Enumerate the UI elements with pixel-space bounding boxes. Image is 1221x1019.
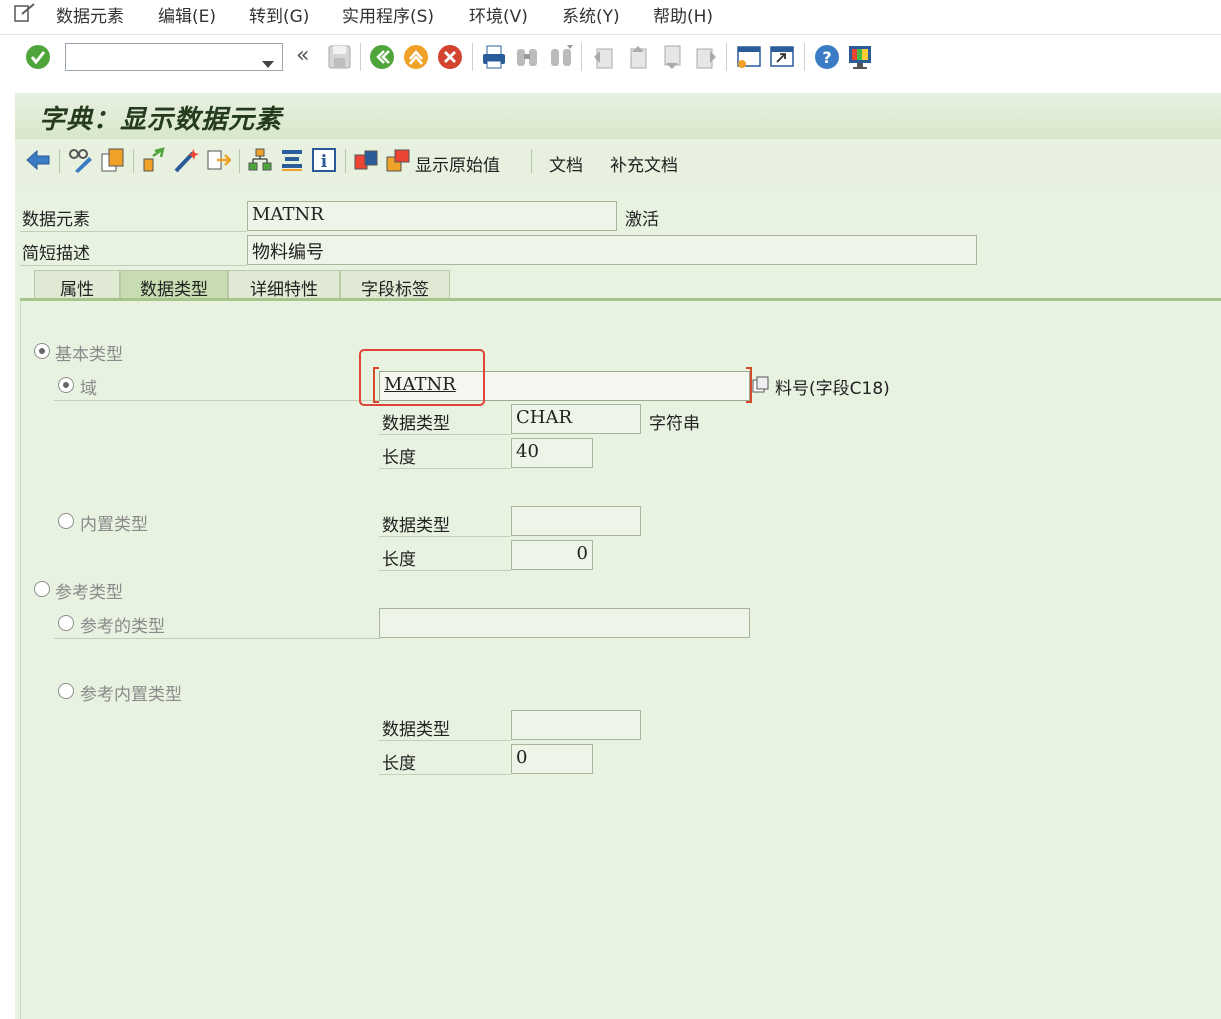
info-icon[interactable]: i: [311, 147, 337, 173]
where-used-icon[interactable]: [279, 147, 305, 173]
referenced-type-name-label: 参考的类型: [80, 617, 165, 637]
builtin-type-label: 内置类型: [80, 515, 148, 535]
collapse-icon[interactable]: «: [296, 43, 309, 68]
tab-attributes-label: 属性: [60, 280, 94, 300]
builtin-length-field[interactable]: 0: [511, 540, 593, 570]
first-page-icon[interactable]: [590, 43, 618, 71]
short-description-field[interactable]: 物料编号: [247, 235, 977, 265]
length-label: 长度: [382, 448, 416, 468]
builtin-length-label: 长度: [382, 550, 416, 570]
show-original-icon[interactable]: [385, 147, 411, 173]
svg-text:i: i: [321, 152, 328, 172]
menu-bar: 数据元素 编辑(E) 转到(G) 实用程序(S) 环境(V) 系统(Y) 帮助(…: [0, 0, 1221, 35]
short-description-label: 简短描述: [22, 244, 90, 264]
tab-data-type-label: 数据类型: [140, 280, 208, 300]
radio-builtin-type[interactable]: [58, 513, 74, 529]
next-page-icon[interactable]: [658, 43, 686, 71]
find-next-icon[interactable]: [547, 43, 575, 71]
data-type-description: 字符串: [649, 414, 700, 434]
menu-utilities[interactable]: 实用程序(S): [342, 2, 434, 27]
shortcut-icon[interactable]: [768, 43, 796, 71]
builtin-data-type-field[interactable]: [511, 506, 641, 536]
radio-domain[interactable]: [58, 377, 74, 393]
show-original-button[interactable]: 显示原始值: [415, 151, 500, 176]
find-icon[interactable]: [513, 43, 541, 71]
menu-data-element[interactable]: 数据元素: [56, 2, 124, 27]
reference-type-label: 参考类型: [55, 583, 123, 603]
radio-elementary-type[interactable]: [34, 343, 50, 359]
previous-page-icon[interactable]: [624, 43, 652, 71]
back-arrow-icon[interactable]: [25, 147, 51, 173]
tab-attributes[interactable]: 属性: [34, 270, 120, 300]
last-page-icon[interactable]: [692, 43, 720, 71]
documentation-button[interactable]: 文档: [549, 151, 583, 176]
print-icon[interactable]: [480, 43, 508, 71]
new-session-icon[interactable]: [735, 43, 763, 71]
reference-builtin-type-label: 参考内置类型: [80, 685, 182, 705]
ref-data-type-field[interactable]: [511, 710, 641, 740]
svg-text:?: ?: [822, 48, 831, 67]
data-element-field[interactable]: MATNR: [247, 201, 617, 231]
display-change-icon[interactable]: [67, 147, 93, 173]
elementary-type-label: 基本类型: [55, 345, 123, 365]
navigate-icon[interactable]: [752, 376, 770, 394]
supplementary-documentation-button[interactable]: 补充文档: [610, 151, 678, 176]
check-icon[interactable]: [141, 147, 167, 173]
length-field[interactable]: 40: [511, 438, 593, 468]
radio-reference-builtin-type[interactable]: [58, 683, 74, 699]
cancel-icon[interactable]: [436, 43, 464, 71]
referenced-type-field[interactable]: [379, 608, 750, 638]
title-bar: 字典：显示数据元素: [15, 93, 1221, 140]
builtin-data-type-label: 数据类型: [382, 516, 450, 536]
ref-data-type-label: 数据类型: [382, 720, 450, 740]
activate-icon[interactable]: [173, 147, 199, 173]
menu-system[interactable]: 系统(Y): [562, 2, 620, 27]
data-type-label: 数据类型: [382, 414, 450, 434]
exit-icon[interactable]: [402, 43, 430, 71]
enter-icon[interactable]: [24, 43, 52, 71]
tab-strip: 属性 数据类型 详细特性 字段标签: [20, 270, 1221, 300]
dropdown-icon[interactable]: [262, 54, 274, 74]
help-icon[interactable]: ?: [813, 43, 841, 71]
tab-data-type[interactable]: 数据类型: [120, 270, 228, 300]
highlight-box: [359, 349, 485, 406]
menu-icon[interactable]: [14, 3, 36, 23]
menu-goto[interactable]: 转到(G): [249, 2, 309, 27]
page-title: 字典：显示数据元素: [39, 105, 283, 135]
domain-label: 域: [80, 379, 97, 399]
radio-reference-type[interactable]: [34, 581, 50, 597]
test-icon[interactable]: [205, 147, 232, 173]
other-object-icon[interactable]: [99, 147, 125, 173]
ref-length-field[interactable]: 0: [511, 744, 593, 774]
data-element-label: 数据元素: [22, 210, 90, 230]
tab-field-label-label: 字段标签: [361, 280, 429, 300]
domain-description: 料号(字段C18): [775, 379, 890, 399]
radio-referenced-type-name[interactable]: [58, 615, 74, 631]
back-icon[interactable]: [368, 43, 396, 71]
hierarchy-icon[interactable]: [247, 147, 273, 173]
menu-environment[interactable]: 环境(V): [469, 2, 528, 27]
command-field[interactable]: [65, 43, 283, 71]
ref-length-label: 长度: [382, 754, 416, 774]
documentation-icon[interactable]: [353, 147, 379, 173]
customize-layout-icon[interactable]: [846, 43, 874, 71]
status-text: 激活: [625, 210, 659, 230]
save-icon[interactable]: [327, 43, 355, 71]
tab-further-characteristics[interactable]: 详细特性: [228, 270, 340, 300]
menu-help[interactable]: 帮助(H): [653, 2, 713, 27]
standard-toolbar: « ?: [0, 35, 1221, 82]
menu-edit[interactable]: 编辑(E): [158, 2, 216, 27]
tab-field-label[interactable]: 字段标签: [340, 270, 450, 300]
application-toolbar: i 显示原始值 文档 补充文档: [15, 139, 1221, 186]
tab-further-characteristics-label: 详细特性: [250, 280, 318, 300]
data-type-field[interactable]: CHAR: [511, 404, 641, 434]
